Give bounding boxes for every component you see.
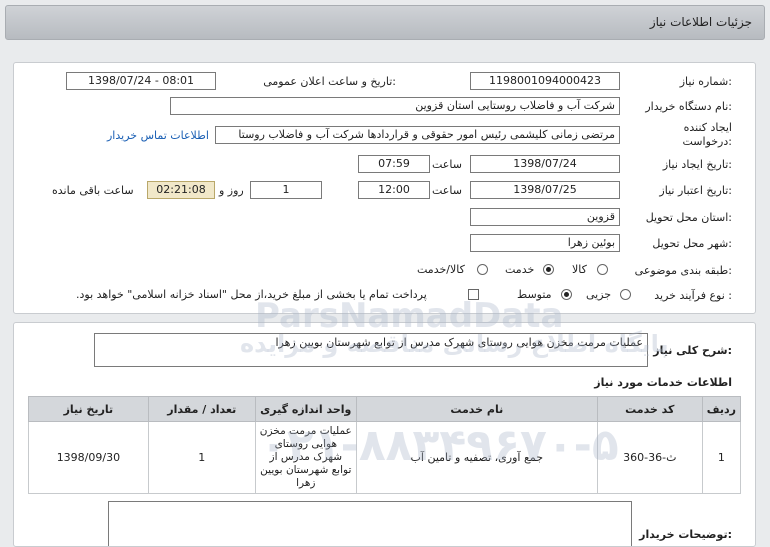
cell-row-number: 1 — [701, 421, 742, 494]
need-date-label: تاریخ ایجاد نیاز: — [662, 158, 732, 171]
category-label: طبقه بندی موضوعی: — [634, 264, 732, 277]
page-title: جزئیات اطلاعات نیاز — [649, 15, 752, 29]
validity-date-label: تاریخ اعتبار نیاز: — [659, 184, 732, 197]
buyer-org-label: نام دستگاه خریدار: — [645, 100, 732, 113]
validity-time-field: 12:00 — [358, 181, 430, 199]
remaining-time-label: ساعت باقی مانده — [52, 184, 134, 197]
purchase-process-label: نوع فرآیند خرید : — [654, 289, 732, 302]
need-number-field: 1198001094000423 — [470, 72, 620, 90]
validity-days-label: روز و — [219, 184, 244, 197]
services-section-title: اطلاعات خدمات مورد نیاز — [594, 376, 732, 389]
header-service-name: نام خدمت — [355, 396, 598, 422]
need-time-label: ساعت — [432, 158, 462, 171]
process-radio-minor[interactable] — [620, 289, 631, 300]
validity-date-field: 1398/07/25 — [470, 181, 620, 199]
validity-days-field: 1 — [250, 181, 322, 199]
need-number-label: شماره نیاز: — [679, 75, 732, 88]
category-option-goods-service: کالا/خدمت — [417, 263, 465, 276]
cell-quantity: 1 — [147, 421, 256, 494]
header-service-code: کد خدمت — [596, 396, 703, 422]
buyer-notes-label: توضیحات خریدار: — [639, 528, 732, 541]
category-option-service: خدمت — [505, 263, 535, 276]
need-date-field: 1398/07/24 — [470, 155, 620, 173]
category-radio-goods-service[interactable] — [477, 264, 488, 275]
watermark-phone: ۰۲۱-۸۸۳۴۹۶۷۰-۵ — [260, 420, 619, 471]
header-need-date: تاریخ نیاز — [28, 396, 149, 422]
requester-label: ایجاد کننده درخواست: — [682, 121, 733, 148]
announce-datetime-label: تاریخ و ساعت اعلان عمومی: — [263, 75, 396, 88]
header-row-number: ردیف — [701, 396, 742, 422]
buyer-org-field: شرکت آب و فاضلاب روستایی استان قزوین — [170, 97, 620, 115]
announce-datetime-field: 1398/07/24 - 08:01 — [66, 72, 216, 90]
delivery-city-label: شهر محل تحویل: — [652, 237, 732, 250]
remaining-time-field: 02:21:08 — [147, 181, 215, 199]
requester-field: مرتضی زمانی کلیشمی رئیس امور حقوقی و قرا… — [215, 126, 620, 144]
header-unit: واحد اندازه گیری — [254, 396, 357, 422]
delivery-city-field: بوئین زهرا — [470, 234, 620, 252]
process-option-minor: جزیی — [586, 288, 612, 301]
buyer-contact-link[interactable]: اطلاعات تماس خریدار — [107, 129, 209, 142]
cell-need-date: 1398/09/30 — [28, 421, 149, 494]
page-header: جزئیات اطلاعات نیاز — [5, 5, 765, 40]
delivery-province-field: قزوین — [470, 208, 620, 226]
services-table-header: ردیف کد خدمت نام خدمت واحد اندازه گیری ت… — [28, 396, 742, 422]
validity-time-label: ساعت — [432, 184, 462, 197]
buyer-notes-field — [108, 501, 632, 546]
need-time-field: 07:59 — [358, 155, 430, 173]
category-radio-service[interactable] — [543, 264, 554, 275]
delivery-province-label: استان محل تحویل: — [645, 211, 732, 224]
header-quantity: تعداد / مقدار — [147, 396, 256, 422]
category-radio-goods[interactable] — [597, 264, 608, 275]
watermark-portal: پایگاه اطلاع رسانی مناقصه و مزایده — [240, 330, 669, 358]
category-option-goods: کالا — [572, 263, 587, 276]
